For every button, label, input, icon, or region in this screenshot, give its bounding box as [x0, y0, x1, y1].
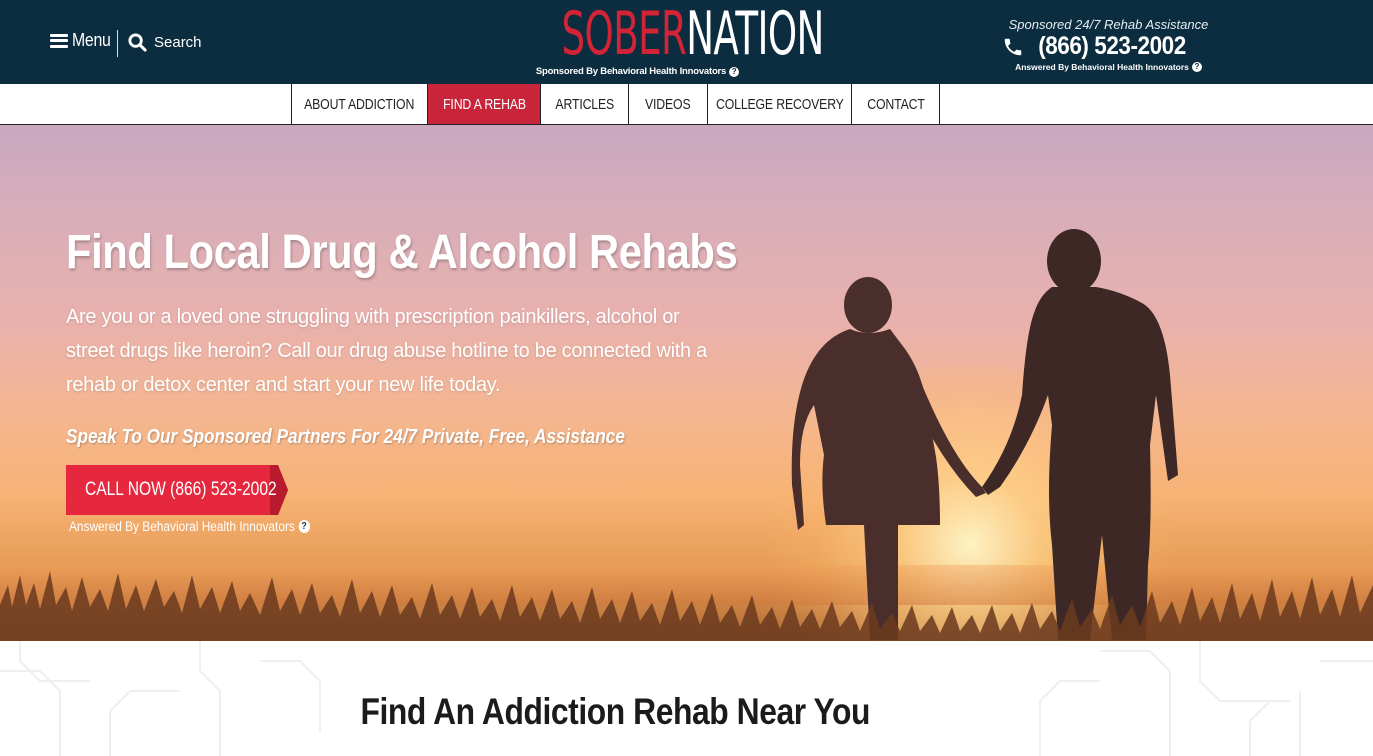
- call-now-label: CALL NOW (866) 523-2002: [85, 479, 277, 500]
- hero-description: Are you or a loved one struggling with p…: [66, 306, 707, 396]
- question-circle-icon[interactable]: ?: [298, 520, 310, 533]
- search-label: Search: [154, 34, 202, 51]
- find-rehab-section: Find An Addiction Rehab Near You: [0, 641, 1373, 756]
- nav-item-college-recovery[interactable]: COLLEGE RECOVERY: [708, 84, 852, 124]
- nav-label: VIDEOS: [645, 95, 691, 113]
- logo-part-nation: NATION: [686, 0, 824, 69]
- nav-item-find-a-rehab[interactable]: FIND A REHAB: [428, 84, 541, 124]
- header-phone-number: (866) 523-2002: [1037, 32, 1186, 60]
- hero-title: Find Local Drug & Alcohol Rehabs: [66, 226, 738, 279]
- nav-item-articles[interactable]: ARTICLES: [541, 84, 629, 124]
- logo-wordmark: SOBERNATION: [562, 4, 825, 64]
- nav-list: ABOUT ADDICTION FIND A REHAB ARTICLES VI…: [291, 84, 940, 124]
- grass-foreground: [0, 571, 1373, 641]
- section-title-text: Find An Addiction Rehab Near You: [360, 691, 870, 732]
- site-logo[interactable]: SOBERNATION Sponsored By Behavioral Heal…: [515, 4, 825, 81]
- header-divider: [117, 30, 118, 57]
- nav-label: FIND A REHAB: [442, 95, 526, 113]
- call-now-button[interactable]: CALL NOW (866) 523-2002: [66, 465, 288, 515]
- search-button[interactable]: Search: [128, 33, 202, 52]
- hamburger-icon: [50, 33, 68, 48]
- header-phone-link[interactable]: (866) 523-2002: [985, 32, 1210, 61]
- nav-item-videos[interactable]: VIDEOS: [629, 84, 708, 124]
- section-title: Find An Addiction Rehab Near You: [0, 691, 1230, 733]
- hero-banner: Find Local Drug & Alcohol Rehabs Are you…: [0, 125, 1373, 641]
- search-icon: [128, 33, 147, 52]
- main-nav: ABOUT ADDICTION FIND A REHAB ARTICLES VI…: [0, 84, 1373, 125]
- hero-partner-line: Speak To Our Sponsored Partners For 24/7…: [66, 426, 625, 448]
- cta-answered-line: Answered By Behavioral Health Innovators…: [69, 519, 310, 534]
- nav-label: COLLEGE RECOVERY: [715, 95, 844, 113]
- header-phone-block: Sponsored 24/7 Rehab Assistance (866) 52…: [985, 17, 1210, 72]
- menu-label: Menu: [72, 30, 111, 50]
- phone-icon: [1004, 38, 1021, 55]
- menu-button[interactable]: Menu: [50, 30, 116, 51]
- nav-item-contact[interactable]: CONTACT: [852, 84, 940, 124]
- header-answered-line: Answered By Behavioral Health Innovators…: [1007, 62, 1210, 72]
- nav-label: CONTACT: [866, 95, 925, 113]
- header-answered-text: Answered By Behavioral Health Innovators: [1015, 62, 1189, 72]
- nav-label: ABOUT ADDICTION: [304, 95, 415, 113]
- site-header: Menu Search SOBERNATION Sponsored By Beh…: [0, 0, 1373, 84]
- nav-label: ARTICLES: [555, 95, 614, 113]
- cta-answered-text: Answered By Behavioral Health Innovators: [69, 519, 295, 534]
- sponsor-line: Sponsored 24/7 Rehab Assistance: [1008, 17, 1209, 32]
- question-circle-icon[interactable]: ?: [1191, 62, 1202, 72]
- nav-item-about-addiction[interactable]: ABOUT ADDICTION: [292, 84, 428, 124]
- logo-part-sober: SOBER: [561, 0, 687, 69]
